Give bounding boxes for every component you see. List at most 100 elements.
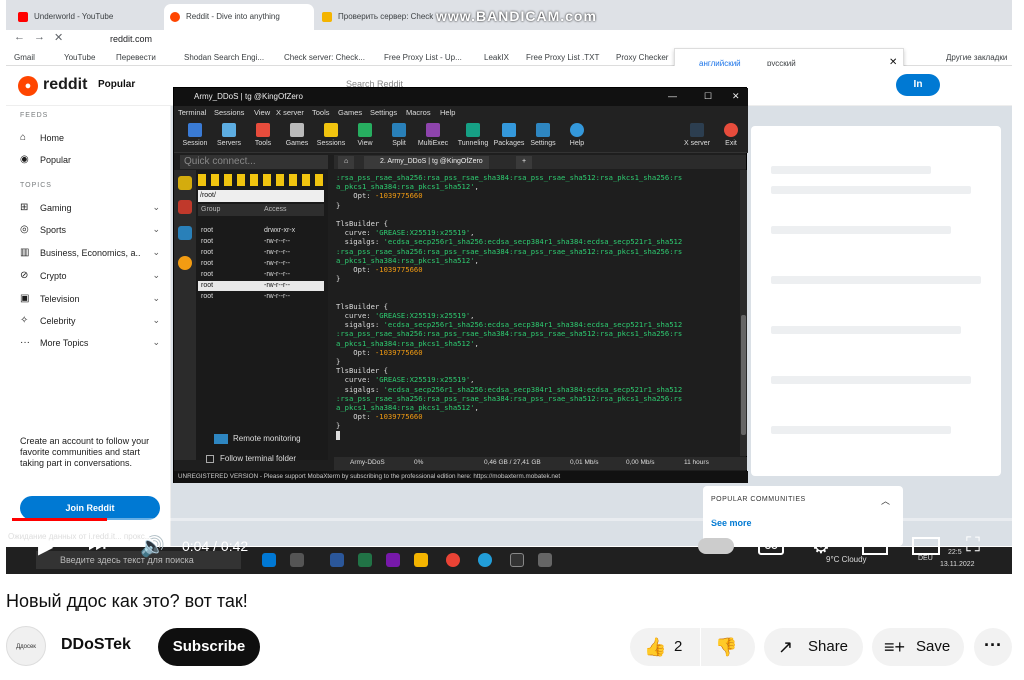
sidebar-item-business[interactable]: ▥ Business, Economics, a... ⌄ <box>20 247 160 261</box>
dislike-button[interactable]: 👎 <box>701 628 755 666</box>
sidebar-item-television[interactable]: ▣ Television ⌄ <box>20 293 160 307</box>
sidebar-item-celebrity[interactable]: ✧ Celebrity ⌄ <box>20 315 160 329</box>
share-button[interactable]: ↗ Share <box>764 628 863 666</box>
more-actions-icon[interactable]: ··· <box>974 628 1012 666</box>
header-feed[interactable]: Popular <box>98 79 135 90</box>
tool-help[interactable]: Help <box>560 121 594 147</box>
new-tab-icon[interactable]: + <box>516 156 533 169</box>
menu-xserver[interactable]: X server <box>276 108 304 117</box>
play-icon[interactable]: ▶ <box>38 534 53 559</box>
file-row[interactable]: root -rw-r--r-- <box>198 248 324 258</box>
tab-check-host[interactable]: Проверить сервер: Check h <box>316 4 436 30</box>
path-field[interactable]: /root/ <box>198 190 324 202</box>
bookmark-gmail[interactable]: Gmail <box>14 53 35 62</box>
progress-bar[interactable] <box>12 518 1012 521</box>
file-row[interactable]: root -rw-r--r-- <box>198 292 324 302</box>
follow-folder-checkbox[interactable]: Follow terminal folder <box>206 454 296 463</box>
bookmark-proxy-txt[interactable]: Free Proxy List .TXT <box>526 53 599 62</box>
tool-split[interactable]: Split <box>382 121 416 147</box>
file-row-selected[interactable]: root -rw-r--r-- <box>198 281 324 291</box>
file-row[interactable]: root -rw-r--r-- <box>198 259 324 269</box>
session-tab[interactable]: 2. Army_DDoS | tg @KingOfZero <box>364 156 489 169</box>
macro-icon[interactable] <box>178 256 192 270</box>
scroll-thumb[interactable] <box>741 315 746 435</box>
file-row[interactable]: root -rw-r--r-- <box>198 270 324 280</box>
tools-icon[interactable] <box>178 200 192 214</box>
reddit-brand[interactable]: reddit <box>43 76 87 94</box>
home-tab-icon[interactable]: ⌂ <box>338 156 355 169</box>
tool-settings[interactable]: Settings <box>526 121 560 147</box>
url-field[interactable]: reddit.com <box>90 32 790 46</box>
join-reddit-button[interactable]: Join Reddit <box>20 496 160 520</box>
sidebar-item-popular[interactable]: ◉ Popular <box>20 154 160 168</box>
tool-session[interactable]: Session <box>178 121 212 147</box>
subscribe-button[interactable]: Subscribe <box>158 628 260 666</box>
menu-settings[interactable]: Settings <box>370 108 397 117</box>
bookmark-translate[interactable]: Перевести <box>116 53 156 62</box>
terminal-output[interactable]: :rsa_pss_rsae_sha256:rsa_pss_rsae_sha384… <box>334 170 738 456</box>
like-button[interactable]: 👍 2 <box>630 628 700 666</box>
gear-icon[interactable]: ⚙ <box>812 534 830 559</box>
next-icon[interactable]: ⏭ <box>88 534 106 557</box>
bookmark-shodan[interactable]: Shodan Search Engi... <box>184 53 264 62</box>
tool-tunneling[interactable]: Tunneling <box>456 121 490 147</box>
sidebar-item-gaming[interactable]: ⊞ Gaming ⌄ <box>20 202 160 216</box>
file-row[interactable]: root drwxr-xr-x <box>198 226 324 236</box>
miniplayer-icon[interactable] <box>862 537 888 555</box>
reddit-logo-icon[interactable]: ● <box>18 76 38 96</box>
bookmark-proxy-list[interactable]: Free Proxy List - Up... <box>384 53 462 62</box>
chevron-up-icon[interactable]: ︿ <box>881 494 890 507</box>
maximize-icon[interactable]: ☐ <box>704 91 712 102</box>
sftp-icon[interactable] <box>178 226 192 240</box>
tool-multiexec[interactable]: MultiExec <box>416 121 450 147</box>
file-toolbar[interactable] <box>198 174 324 186</box>
menu-tools[interactable]: Tools <box>312 108 330 117</box>
login-button[interactable]: In <box>896 74 940 96</box>
tool-games[interactable]: Games <box>280 121 314 147</box>
tool-sessions[interactable]: Sessions <box>314 121 348 147</box>
channel-name[interactable]: DDoSTek <box>61 636 131 654</box>
avatar[interactable]: Ддосек <box>6 626 46 666</box>
fullscreen-icon[interactable]: ⛶ <box>966 534 980 557</box>
tool-packages[interactable]: Packages <box>492 121 526 147</box>
sidebar-item-more-topics[interactable]: ··· More Topics ⌄ <box>20 337 160 351</box>
tab-youtube[interactable]: Underworld - YouTube <box>12 4 162 30</box>
tool-servers[interactable]: Servers <box>212 121 246 147</box>
tool-tools[interactable]: Tools <box>246 121 280 147</box>
bookmark-check-server[interactable]: Check server: Check... <box>284 53 365 62</box>
remote-monitoring-button[interactable]: Remote monitoring <box>214 434 301 444</box>
autoplay-toggle[interactable] <box>698 538 734 554</box>
bookmark-leakix[interactable]: LeakIX <box>484 53 509 62</box>
close-window-icon[interactable]: ✕ <box>732 91 740 102</box>
tab-reddit[interactable]: Reddit - Dive into anything <box>164 4 314 30</box>
bookmark-youtube[interactable]: YouTube <box>64 53 95 62</box>
file-row[interactable]: root -rw-r--r-- <box>198 237 324 247</box>
stop-icon[interactable]: ✕ <box>54 31 63 44</box>
sidebar-item-home[interactable]: ⌂ Home <box>20 132 160 146</box>
sidebar-item-crypto[interactable]: ⊘ Crypto ⌄ <box>20 270 160 284</box>
menu-macros[interactable]: Macros <box>406 108 431 117</box>
quick-connect-input[interactable]: Quick connect... <box>180 155 328 169</box>
menu-sessions[interactable]: Sessions <box>214 108 244 117</box>
terminal-scrollbar[interactable] <box>740 170 747 456</box>
sidebar-item-sports[interactable]: ◎ Sports ⌄ <box>20 224 160 238</box>
bookmark-proxy-checker[interactable]: Proxy Checker <box>616 53 668 62</box>
menu-view[interactable]: View <box>254 108 270 117</box>
menu-games[interactable]: Games <box>338 108 362 117</box>
minimize-icon[interactable]: — <box>668 91 677 101</box>
save-button[interactable]: ≡+ Save <box>872 628 964 666</box>
captions-icon[interactable]: CC <box>758 537 784 555</box>
tool-view[interactable]: View <box>348 121 382 147</box>
bookmark-other[interactable]: Другие закладки <box>946 53 1007 62</box>
theater-icon[interactable] <box>912 537 940 555</box>
tool-xserver[interactable]: X server <box>680 121 714 147</box>
popular-communities-title: POPULAR COMMUNITIES <box>711 496 806 503</box>
menu-help[interactable]: Help <box>440 108 455 117</box>
star-icon[interactable] <box>178 176 192 190</box>
forward-icon[interactable]: → <box>34 31 45 43</box>
tool-exit[interactable]: Exit <box>714 121 748 147</box>
video-player[interactable]: Underworld - YouTube Reddit - Dive into … <box>6 0 1012 574</box>
volume-icon[interactable]: 🔊 <box>140 534 165 559</box>
back-icon[interactable]: ← <box>14 31 25 43</box>
menu-terminal[interactable]: Terminal <box>178 108 206 117</box>
